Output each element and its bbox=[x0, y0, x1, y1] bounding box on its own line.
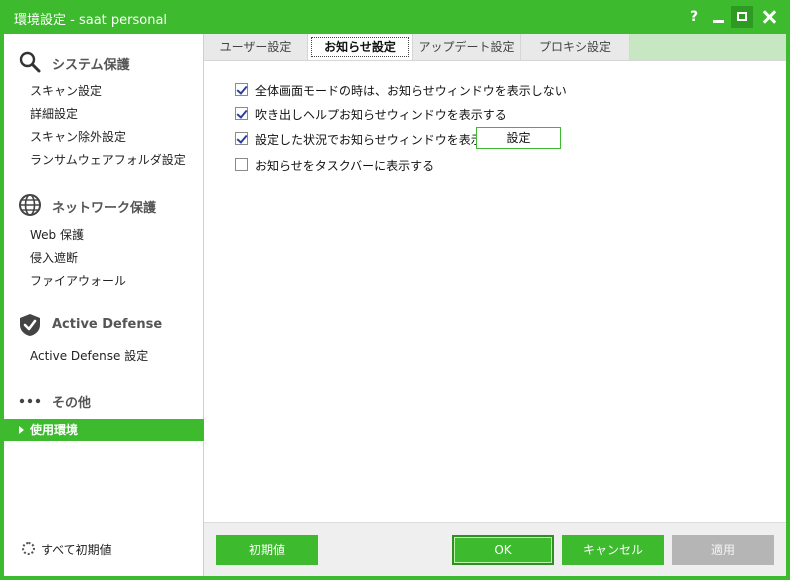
sidebar: システム保護 スキャン設定 詳細設定 スキャン除外設定 ランサムウェアフォルダ設… bbox=[4, 34, 204, 576]
sidebar-item-intrusion-block[interactable]: 侵入遮断 bbox=[30, 249, 78, 266]
minimize-icon bbox=[713, 20, 724, 23]
main-panel: ユーザー設定 お知らせ設定 アップデート設定 プロキシ設定 全体画面モードの時は… bbox=[204, 34, 786, 576]
search-icon bbox=[19, 51, 41, 73]
sidebar-item-usage-environment[interactable]: 使用環境 bbox=[4, 419, 204, 441]
sidebar-item-ransomware-folder[interactable]: ランサムウェアフォルダ設定 bbox=[30, 151, 186, 168]
minimize-button[interactable] bbox=[708, 6, 730, 28]
section-label-other: その他 bbox=[52, 396, 92, 411]
sidebar-section-active-defense[interactable]: Active Defense bbox=[4, 311, 204, 339]
ok-button[interactable]: OK bbox=[452, 535, 554, 565]
reset-all-label: すべて初期値 bbox=[41, 543, 112, 557]
sidebar-item-advanced-settings[interactable]: 詳細設定 bbox=[30, 105, 78, 122]
section-label-network-protection: ネットワーク保護 bbox=[52, 201, 157, 216]
client-area: システム保護 スキャン設定 詳細設定 スキャン除外設定 ランサムウェアフォルダ設… bbox=[4, 34, 786, 576]
sidebar-section-system-protection[interactable]: システム保護 bbox=[4, 48, 204, 76]
tab-user-settings[interactable]: ユーザー設定 bbox=[204, 34, 308, 60]
footer-bar: 初期値 OK キャンセル 適用 bbox=[204, 522, 786, 576]
section-label-system-protection: システム保護 bbox=[52, 58, 130, 73]
tab-update-settings[interactable]: アップデート設定 bbox=[413, 34, 521, 60]
sidebar-item-label: 使用環境 bbox=[30, 423, 79, 437]
checkbox-taskbar-notify[interactable] bbox=[235, 158, 248, 171]
option-label: お知らせをタスクバーに表示する bbox=[255, 159, 435, 173]
sidebar-section-network-protection[interactable]: ネットワーク保護 bbox=[4, 191, 204, 219]
apply-button: 適用 bbox=[672, 535, 774, 565]
shield-check-icon bbox=[20, 314, 40, 336]
tab-proxy-settings[interactable]: プロキシ設定 bbox=[521, 34, 630, 60]
tab-bar: ユーザー設定 お知らせ設定 アップデート設定 プロキシ設定 bbox=[204, 34, 786, 60]
checkbox-fullscreen-suppress[interactable] bbox=[235, 83, 248, 96]
sidebar-item-web-protection[interactable]: Web 保護 bbox=[30, 226, 84, 243]
defaults-button[interactable]: 初期値 bbox=[216, 535, 318, 565]
settings-window: 環境設定 - saat personal ? システム保護 スキャン設定 詳細設… bbox=[0, 0, 790, 580]
sidebar-item-scan-exclusions[interactable]: スキャン除外設定 bbox=[30, 128, 126, 145]
reset-icon bbox=[22, 542, 35, 555]
sidebar-section-other[interactable]: その他 bbox=[4, 386, 204, 414]
sidebar-item-scan-settings[interactable]: スキャン設定 bbox=[30, 82, 102, 99]
notification-settings-button[interactable]: 設定 bbox=[476, 127, 561, 149]
caret-right-icon bbox=[19, 426, 24, 434]
cancel-button[interactable]: キャンセル bbox=[562, 535, 664, 565]
option-label: 設定した状況でお知らせウィンドウを表示する bbox=[255, 133, 507, 147]
title-bar[interactable]: 環境設定 - saat personal ? bbox=[0, 0, 790, 34]
checkbox-balloon-help[interactable] bbox=[235, 107, 248, 120]
option-label: 吹き出しヘルプお知らせウィンドウを表示する bbox=[255, 108, 507, 122]
sidebar-item-active-defense-settings[interactable]: Active Defense 設定 bbox=[30, 347, 148, 364]
help-button[interactable]: ? bbox=[683, 6, 705, 28]
maximize-button[interactable] bbox=[731, 6, 753, 28]
option-label: 全体画面モードの時は、お知らせウィンドウを表示しない bbox=[255, 84, 567, 98]
globe-icon bbox=[19, 194, 41, 216]
sidebar-item-firewall[interactable]: ファイアウォール bbox=[30, 272, 126, 289]
close-button[interactable] bbox=[758, 6, 780, 28]
window-title: 環境設定 - saat personal bbox=[14, 13, 168, 28]
tab-notification-settings[interactable]: お知らせ設定 bbox=[308, 34, 413, 60]
maximize-icon bbox=[737, 12, 747, 21]
section-label-active-defense: Active Defense bbox=[52, 317, 163, 332]
more-dots-icon bbox=[19, 398, 41, 404]
checkbox-conditional-notify[interactable] bbox=[235, 132, 248, 145]
help-icon: ? bbox=[689, 9, 699, 25]
